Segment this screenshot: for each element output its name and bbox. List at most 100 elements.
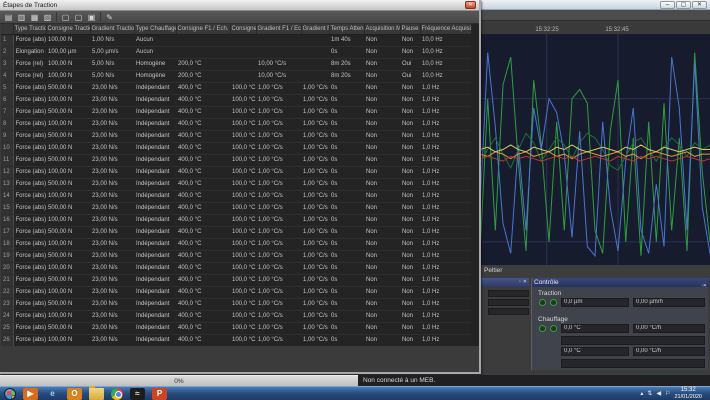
table-cell[interactable]: Indépendant <box>134 286 176 298</box>
table-cell[interactable]: 1,00 °C/s <box>301 226 329 238</box>
table-cell[interactable]: 10,0 Hz <box>420 46 471 58</box>
table-cell[interactable]: 0s <box>329 226 364 238</box>
table-cell[interactable]: Non <box>364 286 400 298</box>
table-cell[interactable]: 100,0 °C <box>230 250 256 262</box>
table-cell[interactable]: 500,00 N <box>46 106 90 118</box>
table-row[interactable]: 5Force (abs)500,00 N23,00 N/sIndépendant… <box>1 82 471 94</box>
row-number-cell[interactable]: 5 <box>1 82 13 94</box>
row-number-cell[interactable]: 12 <box>1 166 13 178</box>
row-number-cell[interactable]: 11 <box>1 154 13 166</box>
table-cell[interactable]: 200,0 °C <box>176 58 230 70</box>
table-cell[interactable]: 1,00 °C/s <box>256 142 301 154</box>
table-cell[interactable]: 400,0 °C <box>176 106 230 118</box>
table-cell[interactable]: 100,00 N <box>46 142 90 154</box>
table-cell[interactable]: 400,0 °C <box>176 274 230 286</box>
table-cell[interactable]: Force (abs) <box>13 202 46 214</box>
table-cell[interactable]: Non <box>364 322 400 334</box>
table-row[interactable]: 16Force (abs)100,00 N23,00 N/sIndépendan… <box>1 214 471 226</box>
table-cell[interactable]: 100,00 µm <box>46 46 90 58</box>
table-cell[interactable]: Non <box>364 58 400 70</box>
table-cell[interactable]: 100,0 °C <box>230 262 256 274</box>
table-cell[interactable]: 500,00 N <box>46 82 90 94</box>
table-cell[interactable]: 1m 40s <box>329 34 364 46</box>
table-cell[interactable]: 100,00 N <box>46 214 90 226</box>
table-row[interactable]: 12Force (abs)100,00 N23,00 N/sIndépendan… <box>1 166 471 178</box>
table-cell[interactable]: Force (rel) <box>13 58 46 70</box>
table-cell[interactable]: Force (abs) <box>13 94 46 106</box>
table-row[interactable]: 23Force (abs)500,00 N23,00 N/sIndépendan… <box>1 298 471 310</box>
table-cell[interactable]: 1,00 °C/s <box>256 106 301 118</box>
table-cell[interactable]: 0s <box>329 286 364 298</box>
table-cell[interactable]: 23,00 N/s <box>90 298 134 310</box>
table-cell[interactable]: 1,00 °C/s <box>301 190 329 202</box>
table-cell[interactable]: Force (abs) <box>13 178 46 190</box>
table-cell[interactable]: 23,00 N/s <box>90 274 134 286</box>
table-row[interactable]: 1Force (abs)100,00 N1,00 N/sAucun1m 40sN… <box>1 34 471 46</box>
table-cell[interactable]: 0s <box>329 202 364 214</box>
table-cell[interactable]: 1,00 °C/s <box>256 262 301 274</box>
table-cell[interactable]: Force (abs) <box>13 166 46 178</box>
table-cell[interactable]: 1,00 °C/s <box>256 190 301 202</box>
table-cell[interactable]: Indépendant <box>134 310 176 322</box>
controle-panel-titlebar[interactable]: Contrôle ▫✕ <box>532 278 709 287</box>
table-cell[interactable]: Indépendant <box>134 130 176 142</box>
table-cell[interactable]: 1,00 °C/s <box>256 310 301 322</box>
table-cell[interactable]: 10,00 °C/s <box>256 58 301 70</box>
table-cell[interactable]: Force (abs) <box>13 226 46 238</box>
table-cell[interactable]: 1,00 °C/s <box>301 322 329 334</box>
table-cell[interactable] <box>301 46 329 58</box>
table-cell[interactable]: Force (abs) <box>13 34 46 46</box>
row-number-cell[interactable]: 8 <box>1 118 13 130</box>
chauffage-stop-led-button[interactable] <box>550 325 557 332</box>
table-cell[interactable]: 1,00 °C/s <box>256 238 301 250</box>
peltier-field[interactable] <box>488 299 529 306</box>
table-cell[interactable]: 100,0 °C <box>230 82 256 94</box>
table-cell[interactable]: Non <box>364 154 400 166</box>
table-cell[interactable]: 1,00 °C/s <box>256 298 301 310</box>
table-cell[interactable]: 0s <box>329 142 364 154</box>
table-cell[interactable]: 0s <box>329 154 364 166</box>
table-cell[interactable]: 1,00 °C/s <box>256 226 301 238</box>
table-cell[interactable]: 23,00 N/s <box>90 310 134 322</box>
table-cell[interactable]: 1,0 Hz <box>420 238 471 250</box>
table-cell[interactable]: 0s <box>329 310 364 322</box>
start-button[interactable] <box>4 388 16 400</box>
table-cell[interactable]: 1,00 °C/s <box>301 310 329 322</box>
table-cell[interactable]: Non <box>400 322 420 334</box>
table-cell[interactable]: 100,0 °C <box>230 286 256 298</box>
table-cell[interactable]: Non <box>400 226 420 238</box>
table-cell[interactable]: Oui <box>400 58 420 70</box>
table-cell[interactable]: Non <box>364 334 400 346</box>
row-number-cell[interactable]: 16 <box>1 214 13 226</box>
table-cell[interactable]: Non <box>364 178 400 190</box>
row-number-cell[interactable]: 25 <box>1 322 13 334</box>
table-cell[interactable]: 400,0 °C <box>176 298 230 310</box>
table-cell[interactable]: 400,0 °C <box>176 154 230 166</box>
table-cell[interactable]: Non <box>400 214 420 226</box>
table-cell[interactable]: 100,0 °C <box>230 142 256 154</box>
taskbar-clock[interactable]: 15:32 21/01/2020 <box>674 387 706 400</box>
table-cell[interactable]: 23,00 N/s <box>90 190 134 202</box>
table-cell[interactable]: Force (abs) <box>13 154 46 166</box>
row-number-cell[interactable]: 4 <box>1 70 13 82</box>
table-cell[interactable]: 1,0 Hz <box>420 310 471 322</box>
table-cell[interactable]: 400,0 °C <box>176 142 230 154</box>
chauffage-start-led-button[interactable] <box>539 325 546 332</box>
table-cell[interactable]: 400,0 °C <box>176 82 230 94</box>
table-cell[interactable]: Non <box>400 94 420 106</box>
table-cell[interactable]: Force (abs) <box>13 130 46 142</box>
add-step-icon[interactable]: ▤ <box>3 12 14 23</box>
table-cell[interactable]: 8m 20s <box>329 58 364 70</box>
table-row[interactable]: 6Force (abs)100,00 N23,00 N/sIndépendant… <box>1 94 471 106</box>
table-row[interactable]: 9Force (abs)500,00 N23,00 N/sIndépendant… <box>1 130 471 142</box>
table-cell[interactable]: Non <box>400 46 420 58</box>
table-cell[interactable]: 1,00 °C/s <box>256 274 301 286</box>
table-cell[interactable]: 500,00 N <box>46 322 90 334</box>
table-cell[interactable]: 400,0 °C <box>176 238 230 250</box>
table-cell[interactable]: Indépendant <box>134 334 176 346</box>
table-cell[interactable]: 1,0 Hz <box>420 226 471 238</box>
table-cell[interactable]: Non <box>364 310 400 322</box>
table-cell[interactable]: 1,0 Hz <box>420 118 471 130</box>
table-cell[interactable]: 5,00 N/s <box>90 58 134 70</box>
table-cell[interactable]: Indépendant <box>134 250 176 262</box>
